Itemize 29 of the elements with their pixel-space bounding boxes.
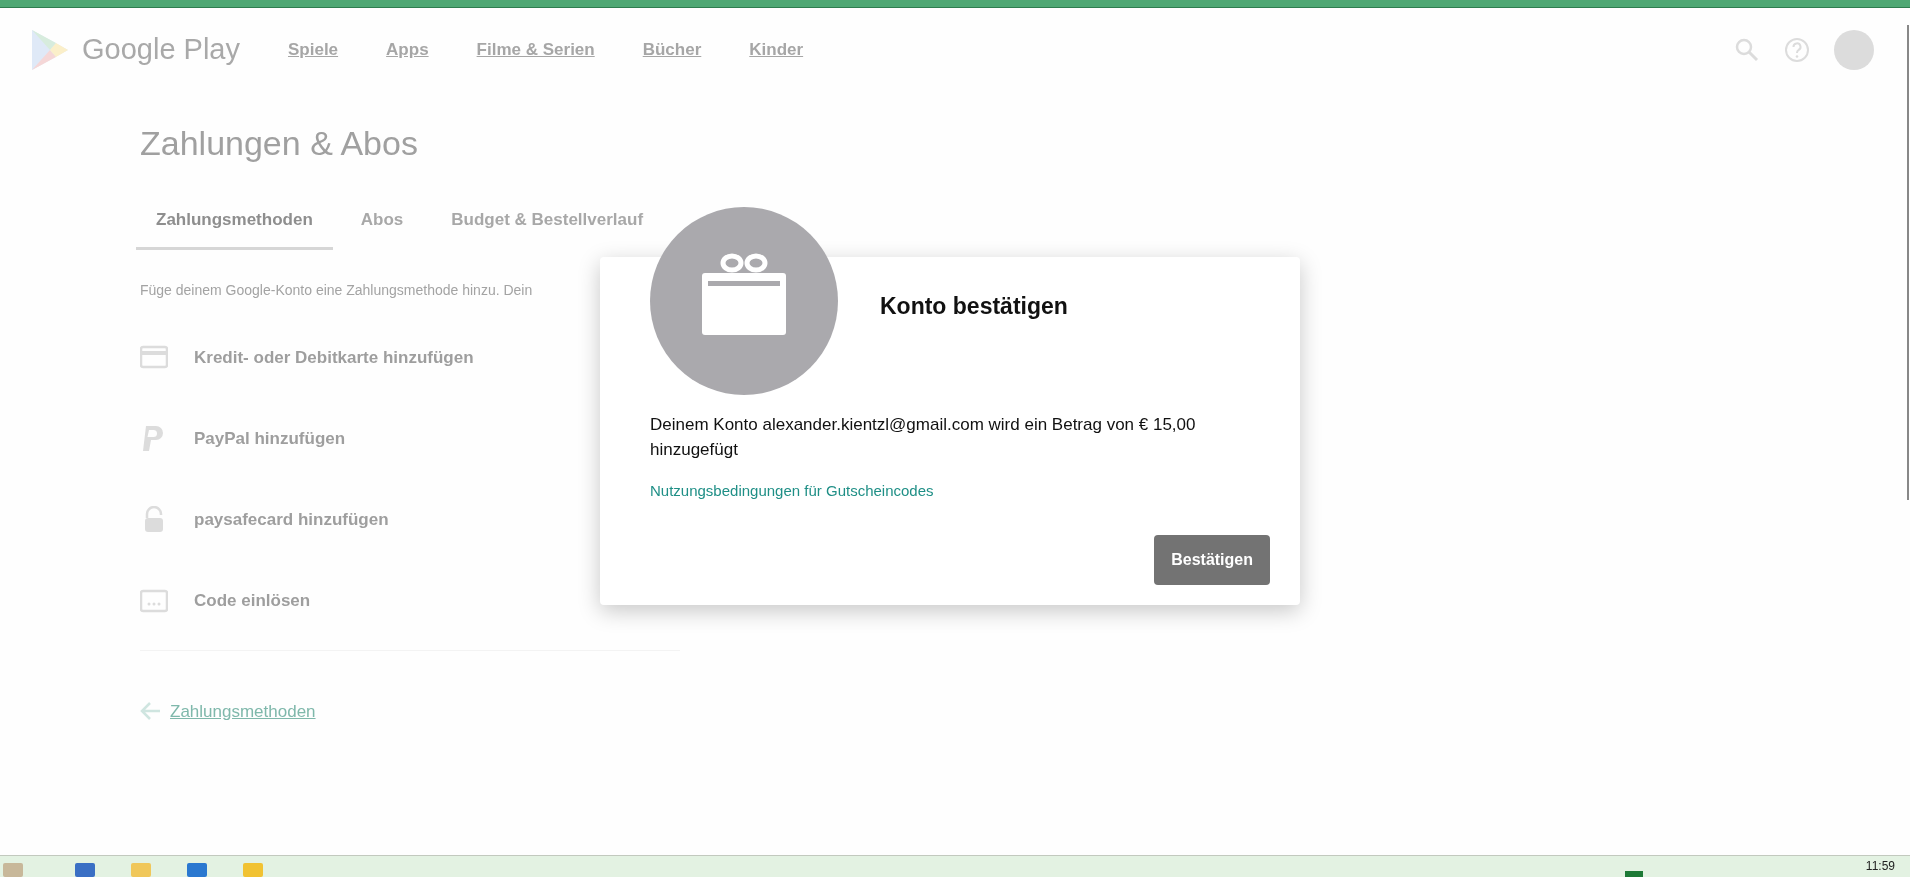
code-card-icon bbox=[140, 587, 168, 615]
tab[interactable]: Budget & Bestellverlauf bbox=[431, 207, 664, 250]
terms-link[interactable]: Nutzungsbedingungen für Gutscheincodes bbox=[650, 480, 934, 503]
nav-link[interactable]: Spiele bbox=[272, 37, 355, 63]
confirm-button[interactable]: Bestätigen bbox=[1154, 535, 1270, 585]
nav-link[interactable]: Bücher bbox=[626, 37, 718, 63]
help-icon[interactable] bbox=[1784, 37, 1810, 63]
avatar-icon[interactable] bbox=[1834, 30, 1874, 70]
gift-icon bbox=[702, 253, 786, 337]
payment-option-link[interactable]: PayPal hinzufügen bbox=[194, 426, 346, 452]
dialog-title: Konto bestätigen bbox=[880, 292, 1068, 321]
page-title: Zahlungen & Abos bbox=[140, 123, 419, 164]
scrollbar[interactable] bbox=[1907, 25, 1909, 500]
nav-link[interactable]: Filme & Serien bbox=[460, 37, 611, 63]
payment-option-link[interactable]: Kredit- oder Debitkarte hinzufügen bbox=[194, 345, 474, 371]
description-text: Füge deinem Google-Konto eine Zahlungsmethode hinzu. Dein bbox=[140, 280, 533, 300]
dialog-message: Deinem Konto alexander.kientzl@gmail.com wird ein Betrag von € 15,00 hinzugefügt bbox=[650, 414, 1197, 461]
logo-text[interactable]: Google Play bbox=[82, 28, 240, 72]
back-arrow-icon[interactable] bbox=[140, 701, 162, 722]
tab[interactable]: Zahlungsmethoden bbox=[136, 207, 333, 250]
search-icon[interactable] bbox=[1734, 37, 1760, 63]
back-link[interactable]: Zahlungsmethoden bbox=[170, 698, 316, 724]
play-logo-icon[interactable] bbox=[30, 28, 70, 72]
payment-option-link[interactable]: paysafecard hinzufügen bbox=[194, 507, 389, 533]
clock-time: 11:59 bbox=[1865, 858, 1895, 875]
payment-option-link[interactable]: Code einlösen bbox=[194, 588, 311, 614]
nav-link[interactable]: Apps bbox=[370, 37, 445, 63]
nav-link[interactable]: Kinder bbox=[733, 37, 820, 63]
tab[interactable]: Abos bbox=[340, 207, 424, 250]
